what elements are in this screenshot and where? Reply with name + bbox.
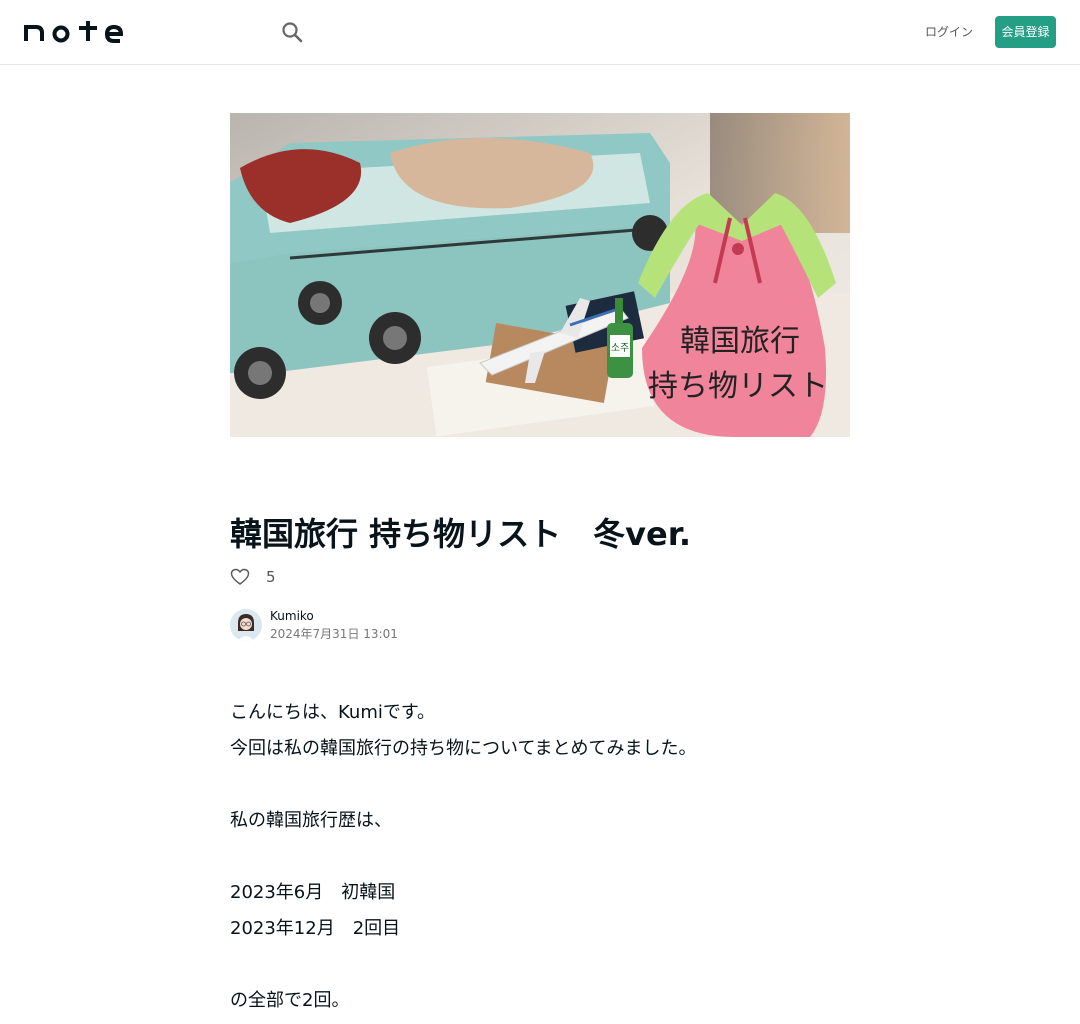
post-date: 2024年7月31日 13:01 [270, 627, 398, 641]
body-paragraph: 私の韓国旅行歴は、 [230, 810, 392, 831]
body-paragraph [230, 839, 850, 875]
body-paragraph: の全部で2回。 [230, 990, 350, 1011]
body-paragraph: 2023年6月 初韓国 [230, 882, 396, 903]
body-paragraph [230, 767, 850, 803]
body-paragraph: 今回は私の韓国旅行の持ち物についてまとめてみました。 [230, 738, 697, 759]
search-icon[interactable] [278, 18, 306, 46]
eyecatch-image: 소주 韓国旅行 持ち物リスト [230, 113, 850, 437]
signup-button[interactable]: 会員登録 [995, 16, 1056, 48]
body-paragraph [230, 947, 850, 983]
suitcase-illustration: 소주 韓国旅行 持ち物リスト [230, 113, 850, 437]
bottle-label: 소주 [611, 342, 629, 354]
login-link[interactable]: ログイン [920, 16, 978, 48]
author-name[interactable]: Kumiko [270, 607, 398, 625]
body-paragraph: 2023年12月 2回目 [230, 918, 401, 939]
author-info: Kumiko 2024年7月31日 13:01 [230, 607, 398, 643]
avatar[interactable] [230, 609, 262, 641]
top-header: ログイン 会員登録 [0, 0, 1080, 65]
hero-text-line1: 韓国旅行 [680, 324, 800, 359]
article-title: 韓国旅行 持ち物リスト 冬ver. [230, 515, 692, 553]
avatar-illustration [230, 609, 262, 641]
article-body: こんにちは、Kumiです。 今回は私の韓国旅行の持ち物についてまとめてみました。… [230, 695, 850, 1019]
hero-text-line2: 持ち物リスト [648, 369, 828, 404]
note-logo[interactable] [24, 19, 124, 45]
like-area: 5 [230, 566, 276, 588]
heart-icon[interactable] [230, 567, 250, 587]
body-paragraph: こんにちは、Kumiです。 [230, 702, 436, 723]
like-count: 5 [266, 568, 276, 586]
